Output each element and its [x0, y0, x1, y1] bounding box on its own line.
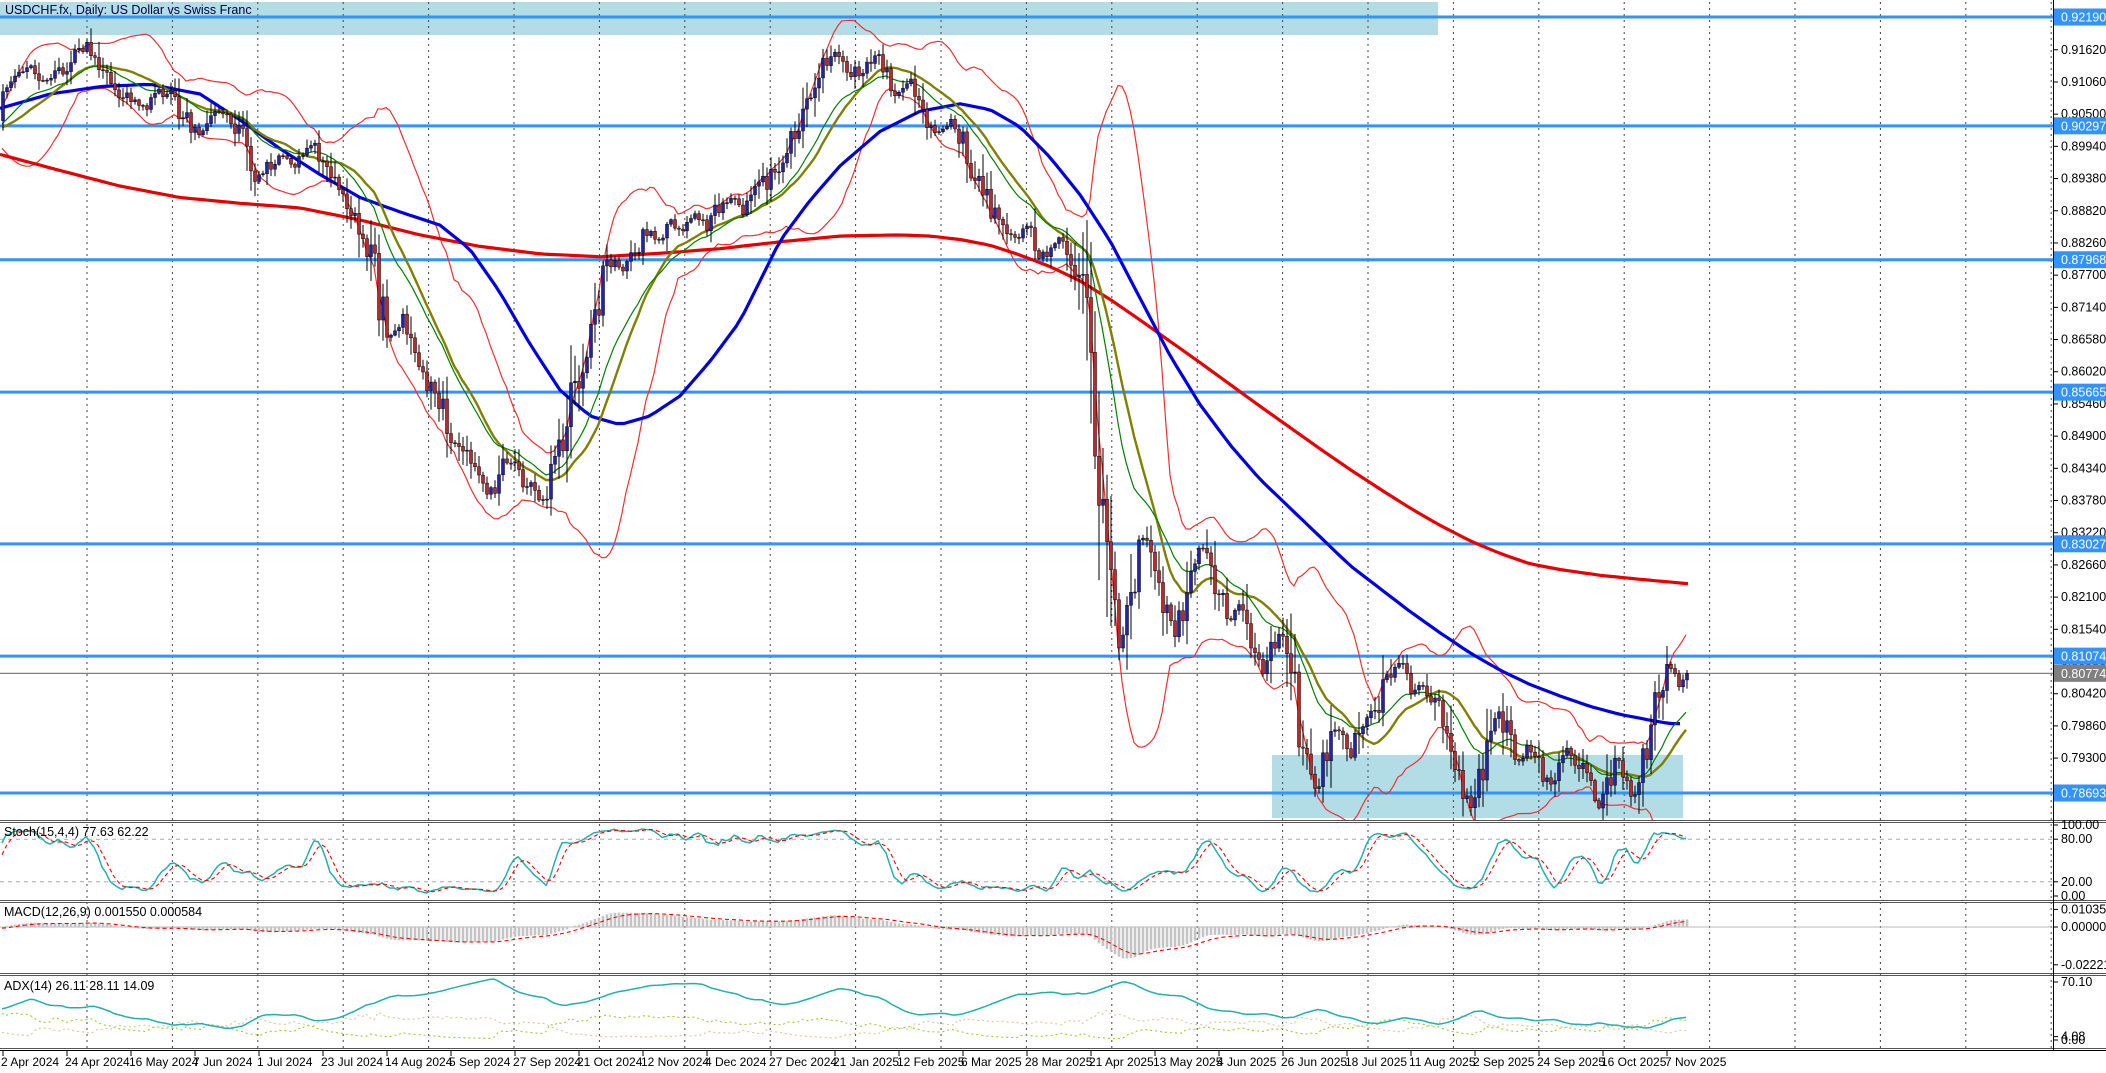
svg-text:0.87140: 0.87140	[2061, 300, 2106, 314]
svg-text:0.87968: 0.87968	[2061, 253, 2106, 267]
svg-text:12 Nov 2024: 12 Nov 2024	[641, 1055, 709, 1069]
svg-text:5 Sep 2024: 5 Sep 2024	[449, 1055, 511, 1069]
svg-text:0.00: 0.00	[2061, 1033, 2085, 1047]
svg-text:20.00: 20.00	[2061, 875, 2092, 889]
svg-text:0.80774: 0.80774	[2061, 667, 2106, 681]
svg-text:0.83027: 0.83027	[2061, 537, 2106, 551]
svg-text:0.91060: 0.91060	[2061, 75, 2106, 89]
svg-text:4 Jun 2025: 4 Jun 2025	[1217, 1055, 1277, 1069]
svg-text:0.85665: 0.85665	[2061, 386, 2106, 400]
svg-text:0.78693: 0.78693	[2061, 787, 2106, 801]
svg-text:0.92190: 0.92190	[2061, 11, 2106, 25]
svg-text:80.00: 80.00	[2061, 832, 2092, 846]
svg-text:0.82100: 0.82100	[2061, 590, 2106, 604]
trading-chart-window: 0.916200.910600.905000.899400.893800.888…	[0, 0, 2106, 1073]
svg-text:0.88260: 0.88260	[2061, 236, 2106, 250]
svg-text:6 Mar 2025: 6 Mar 2025	[961, 1055, 1022, 1069]
svg-text:0.81074: 0.81074	[2061, 650, 2106, 664]
svg-text:18 Jul 2025: 18 Jul 2025	[1345, 1055, 1407, 1069]
svg-text:0.79300: 0.79300	[2061, 751, 2106, 765]
svg-text:0.89940: 0.89940	[2061, 139, 2106, 153]
svg-text:26 Jun 2025: 26 Jun 2025	[1281, 1055, 1347, 1069]
svg-text:12 Feb 2025: 12 Feb 2025	[897, 1055, 965, 1069]
main-chart-svg[interactable]: 0.916200.910600.905000.899400.893800.888…	[0, 0, 2106, 1073]
svg-text:0.010351: 0.010351	[2061, 902, 2106, 916]
svg-text:100.00: 100.00	[2061, 818, 2099, 832]
svg-text:16 Oct 2025: 16 Oct 2025	[1601, 1055, 1667, 1069]
svg-text:27 Dec 2024: 27 Dec 2024	[769, 1055, 837, 1069]
svg-text:16 May 2024: 16 May 2024	[129, 1055, 199, 1069]
svg-text:27 Sep 2024: 27 Sep 2024	[513, 1055, 581, 1069]
svg-text:24 Sep 2025: 24 Sep 2025	[1537, 1055, 1605, 1069]
svg-text:0.86020: 0.86020	[2061, 365, 2106, 379]
svg-text:13 May 2025: 13 May 2025	[1153, 1055, 1223, 1069]
candle	[1354, 730, 1357, 761]
svg-text:0.000000: 0.000000	[2061, 920, 2106, 934]
svg-text:0.00: 0.00	[2061, 889, 2085, 903]
svg-text:4 Dec 2024: 4 Dec 2024	[705, 1055, 767, 1069]
svg-text:0.79860: 0.79860	[2061, 719, 2106, 733]
svg-text:0.83780: 0.83780	[2061, 494, 2106, 508]
svg-text:0.89380: 0.89380	[2061, 172, 2106, 186]
svg-text:0.91620: 0.91620	[2061, 43, 2106, 57]
svg-text:-0.022218: -0.022218	[2061, 958, 2106, 972]
svg-text:1 Jul 2024: 1 Jul 2024	[257, 1055, 313, 1069]
svg-text:0.81540: 0.81540	[2061, 622, 2106, 636]
svg-text:0.84900: 0.84900	[2061, 429, 2106, 443]
svg-text:0.84340: 0.84340	[2061, 461, 2106, 475]
svg-text:11 Aug 2025: 11 Aug 2025	[1409, 1055, 1476, 1069]
svg-text:0.82660: 0.82660	[2061, 558, 2106, 572]
svg-text:0.86580: 0.86580	[2061, 333, 2106, 347]
svg-text:0.87700: 0.87700	[2061, 268, 2106, 282]
candle	[1298, 664, 1301, 756]
svg-text:7 Nov 2025: 7 Nov 2025	[1665, 1055, 1727, 1069]
svg-text:21 Apr 2025: 21 Apr 2025	[1089, 1055, 1154, 1069]
svg-text:0.88820: 0.88820	[2061, 204, 2106, 218]
svg-text:0.80420: 0.80420	[2061, 687, 2106, 701]
svg-text:21 Jan 2025: 21 Jan 2025	[833, 1055, 899, 1069]
candle	[1594, 779, 1597, 803]
svg-text:23 Jul 2024: 23 Jul 2024	[321, 1055, 383, 1069]
svg-text:14 Aug 2024: 14 Aug 2024	[385, 1055, 453, 1069]
svg-text:70.10: 70.10	[2061, 975, 2092, 989]
svg-text:2 Apr 2024: 2 Apr 2024	[1, 1055, 59, 1069]
svg-text:2 Sep 2025: 2 Sep 2025	[1473, 1055, 1535, 1069]
svg-text:24 Apr 2024: 24 Apr 2024	[65, 1055, 130, 1069]
svg-text:0.90297: 0.90297	[2061, 119, 2106, 133]
svg-text:21 Oct 2024: 21 Oct 2024	[577, 1055, 643, 1069]
svg-text:7 Jun 2024: 7 Jun 2024	[193, 1055, 253, 1069]
svg-text:28 Mar 2025: 28 Mar 2025	[1025, 1055, 1093, 1069]
